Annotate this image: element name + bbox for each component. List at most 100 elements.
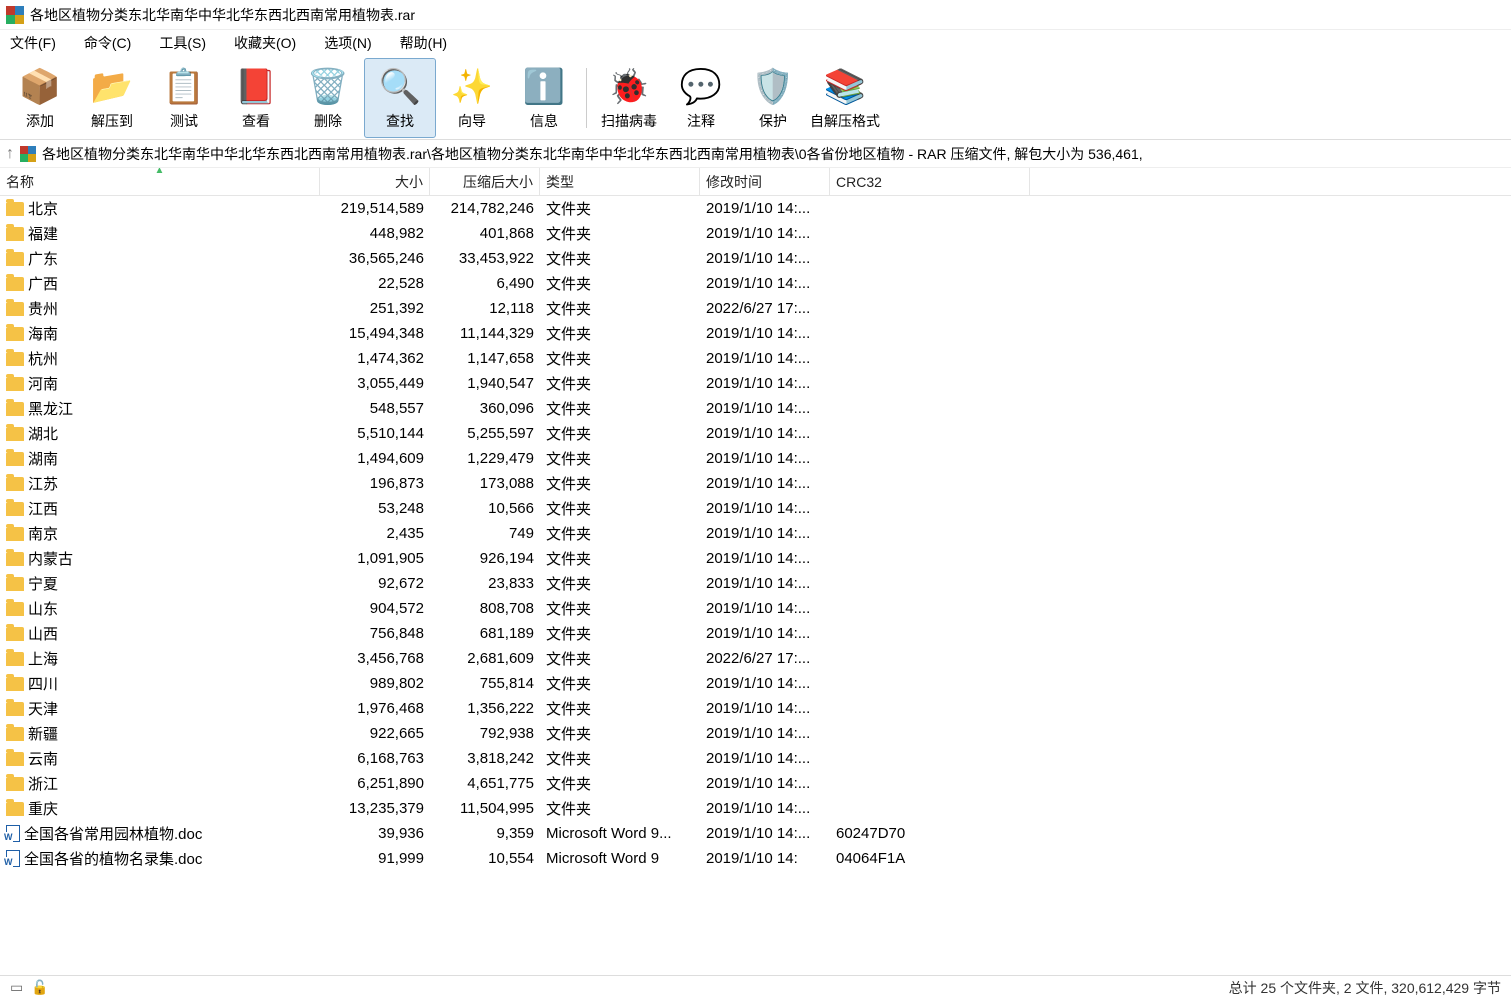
cell-packed: 11,504,995 bbox=[430, 800, 540, 817]
table-row[interactable]: 上海3,456,7682,681,609文件夹2022/6/27 17:... bbox=[0, 646, 1511, 671]
cell-crc: 04064F1A bbox=[830, 850, 1030, 867]
table-row[interactable]: 江西53,24810,566文件夹2019/1/10 14:... bbox=[0, 496, 1511, 521]
table-row[interactable]: 云南6,168,7633,818,242文件夹2019/1/10 14:... bbox=[0, 746, 1511, 771]
status-left: ▭ 🔓 bbox=[10, 979, 49, 996]
cell-name: 广西 bbox=[0, 273, 320, 294]
table-row[interactable]: 黑龙江548,557360,096文件夹2019/1/10 14:... bbox=[0, 396, 1511, 421]
scan-button[interactable]: 🐞扫描病毒 bbox=[593, 58, 665, 138]
cell-modified: 2019/1/10 14:... bbox=[700, 600, 830, 617]
archive-icon: 📦 bbox=[18, 65, 62, 109]
table-row[interactable]: 南京2,435749文件夹2019/1/10 14:... bbox=[0, 521, 1511, 546]
lock-icon: 🔓 bbox=[31, 979, 48, 996]
cell-type: 文件夹 bbox=[540, 348, 700, 369]
info-icon: ℹ️ bbox=[522, 65, 566, 109]
cell-name: 南京 bbox=[0, 523, 320, 544]
table-row[interactable]: 湖南1,494,6091,229,479文件夹2019/1/10 14:... bbox=[0, 446, 1511, 471]
cell-modified: 2019/1/10 14:... bbox=[700, 550, 830, 567]
menu-tools[interactable]: 工具(S) bbox=[159, 33, 206, 53]
cell-size: 53,248 bbox=[320, 500, 430, 517]
cell-modified: 2019/1/10 14:... bbox=[700, 675, 830, 692]
cell-modified: 2019/1/10 14:... bbox=[700, 200, 830, 217]
up-icon[interactable]: ↑ bbox=[6, 145, 14, 163]
table-row[interactable]: 重庆13,235,37911,504,995文件夹2019/1/10 14:..… bbox=[0, 796, 1511, 821]
find-label: 查找 bbox=[386, 111, 414, 131]
table-row[interactable]: 天津1,976,4681,356,222文件夹2019/1/10 14:... bbox=[0, 696, 1511, 721]
comment-button[interactable]: 💬注释 bbox=[665, 58, 737, 138]
wizard-label: 向导 bbox=[458, 111, 486, 131]
table-row[interactable]: 山西756,848681,189文件夹2019/1/10 14:... bbox=[0, 621, 1511, 646]
sfx-button[interactable]: 📚自解压格式 bbox=[809, 58, 881, 138]
cell-packed: 11,144,329 bbox=[430, 325, 540, 342]
table-row[interactable]: 全国各省的植物名录集.doc91,99910,554Microsoft Word… bbox=[0, 846, 1511, 871]
folder-icon bbox=[6, 552, 24, 566]
folder-icon bbox=[6, 202, 24, 216]
column-crc[interactable]: CRC32 bbox=[830, 168, 1030, 195]
cell-modified: 2022/6/27 17:... bbox=[700, 650, 830, 667]
table-row[interactable]: 新疆922,665792,938文件夹2019/1/10 14:... bbox=[0, 721, 1511, 746]
table-row[interactable]: 杭州1,474,3621,147,658文件夹2019/1/10 14:... bbox=[0, 346, 1511, 371]
table-row[interactable]: 贵州251,39212,118文件夹2022/6/27 17:... bbox=[0, 296, 1511, 321]
extract-to-button[interactable]: 📂解压到 bbox=[76, 58, 148, 138]
table-row[interactable]: 湖北5,510,1445,255,597文件夹2019/1/10 14:... bbox=[0, 421, 1511, 446]
cell-packed: 749 bbox=[430, 525, 540, 542]
cell-modified: 2019/1/10 14:... bbox=[700, 625, 830, 642]
column-size[interactable]: 大小 bbox=[320, 168, 430, 195]
test-label: 测试 bbox=[170, 111, 198, 131]
table-row[interactable]: 宁夏92,67223,833文件夹2019/1/10 14:... bbox=[0, 571, 1511, 596]
delete-button[interactable]: 🗑️删除 bbox=[292, 58, 364, 138]
toolbar: 📦添加 📂解压到 📋测试 📕查看 🗑️删除 🔍查找 ✨向导 ℹ️信息 🐞扫描病毒… bbox=[0, 56, 1511, 140]
comment-label: 注释 bbox=[687, 111, 715, 131]
cell-type: 文件夹 bbox=[540, 373, 700, 394]
table-row[interactable]: 福建448,982401,868文件夹2019/1/10 14:... bbox=[0, 221, 1511, 246]
table-row[interactable]: 山东904,572808,708文件夹2019/1/10 14:... bbox=[0, 596, 1511, 621]
find-button[interactable]: 🔍查找 bbox=[364, 58, 436, 138]
cell-size: 196,873 bbox=[320, 475, 430, 492]
cell-size: 92,672 bbox=[320, 575, 430, 592]
add-button[interactable]: 📦添加 bbox=[4, 58, 76, 138]
cell-type: 文件夹 bbox=[540, 498, 700, 519]
cell-packed: 792,938 bbox=[430, 725, 540, 742]
test-button[interactable]: 📋测试 bbox=[148, 58, 220, 138]
cell-name: 山东 bbox=[0, 598, 320, 619]
table-row[interactable]: 广东36,565,24633,453,922文件夹2019/1/10 14:..… bbox=[0, 246, 1511, 271]
drive-icon: ▭ bbox=[10, 979, 23, 996]
cell-name: 湖北 bbox=[0, 423, 320, 444]
table-row[interactable]: 河南3,055,4491,940,547文件夹2019/1/10 14:... bbox=[0, 371, 1511, 396]
scan-label: 扫描病毒 bbox=[601, 111, 657, 131]
cell-packed: 360,096 bbox=[430, 400, 540, 417]
menu-options[interactable]: 选项(N) bbox=[324, 33, 371, 53]
view-button[interactable]: 📕查看 bbox=[220, 58, 292, 138]
cell-packed: 3,818,242 bbox=[430, 750, 540, 767]
table-row[interactable]: 北京219,514,589214,782,246文件夹2019/1/10 14:… bbox=[0, 196, 1511, 221]
protect-button[interactable]: 🛡️保护 bbox=[737, 58, 809, 138]
table-row[interactable]: 海南15,494,34811,144,329文件夹2019/1/10 14:..… bbox=[0, 321, 1511, 346]
column-modified[interactable]: 修改时间 bbox=[700, 168, 830, 195]
table-row[interactable]: 四川989,802755,814文件夹2019/1/10 14:... bbox=[0, 671, 1511, 696]
cell-packed: 23,833 bbox=[430, 575, 540, 592]
info-button[interactable]: ℹ️信息 bbox=[508, 58, 580, 138]
folder-icon bbox=[6, 527, 24, 541]
word-doc-icon bbox=[6, 850, 20, 867]
cell-size: 22,528 bbox=[320, 275, 430, 292]
menu-help[interactable]: 帮助(H) bbox=[400, 33, 447, 53]
bug-icon: 🐞 bbox=[607, 65, 651, 109]
cell-size: 219,514,589 bbox=[320, 200, 430, 217]
column-packed[interactable]: 压缩后大小 bbox=[430, 168, 540, 195]
cell-packed: 1,147,658 bbox=[430, 350, 540, 367]
path-text[interactable]: 各地区植物分类东北华南华中华北华东西北西南常用植物表.rar\各地区植物分类东北… bbox=[42, 144, 1505, 164]
menu-file[interactable]: 文件(F) bbox=[10, 33, 56, 53]
table-row[interactable]: 浙江6,251,8904,651,775文件夹2019/1/10 14:... bbox=[0, 771, 1511, 796]
table-row[interactable]: 内蒙古1,091,905926,194文件夹2019/1/10 14:... bbox=[0, 546, 1511, 571]
wizard-button[interactable]: ✨向导 bbox=[436, 58, 508, 138]
table-row[interactable]: 广西22,5286,490文件夹2019/1/10 14:... bbox=[0, 271, 1511, 296]
column-type[interactable]: 类型 bbox=[540, 168, 700, 195]
window-title: 各地区植物分类东北华南华中华北华东西北西南常用植物表.rar bbox=[30, 5, 415, 25]
column-name[interactable]: ▲名称 bbox=[0, 168, 320, 195]
cell-name: 全国各省的植物名录集.doc bbox=[0, 848, 320, 869]
menu-command[interactable]: 命令(C) bbox=[84, 33, 131, 53]
menu-favorites[interactable]: 收藏夹(O) bbox=[234, 33, 296, 53]
cell-modified: 2019/1/10 14:... bbox=[700, 775, 830, 792]
table-row[interactable]: 江苏196,873173,088文件夹2019/1/10 14:... bbox=[0, 471, 1511, 496]
table-row[interactable]: 全国各省常用园林植物.doc39,9369,359Microsoft Word … bbox=[0, 821, 1511, 846]
cell-modified: 2019/1/10 14:... bbox=[700, 450, 830, 467]
